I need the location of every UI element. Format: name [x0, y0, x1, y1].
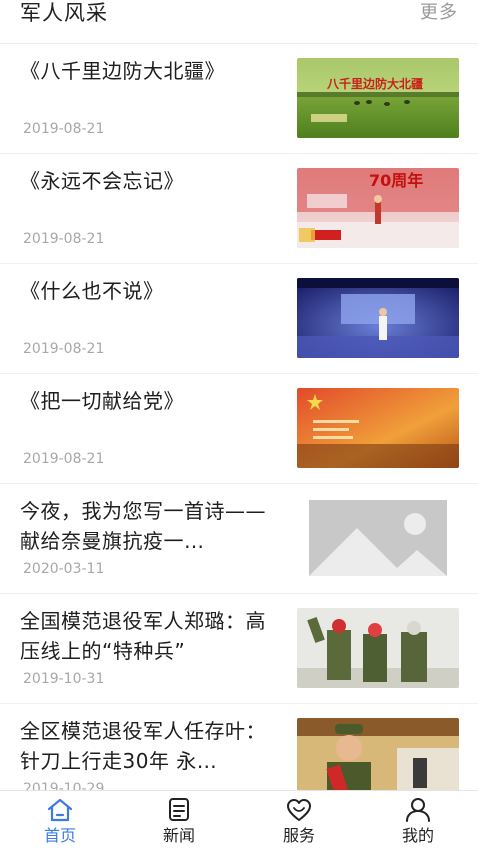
article-item[interactable]: 今夜，我为您写一首诗——献给奈曼旗抗疫一… 2020-03-11 — [0, 484, 478, 594]
article-item[interactable]: 全区模范退役军人任存叶：针刀上行走30年 永… 2019-10-29 — [0, 704, 478, 790]
article-title[interactable]: 《把一切献给党》 — [20, 386, 282, 416]
section-header: 军人风采 更多 — [0, 0, 478, 44]
nav-label: 我的 — [401, 826, 434, 845]
article-item[interactable]: 《什么也不说》 2019-08-21 — [0, 264, 478, 374]
article-title[interactable]: 《永远不会忘记》 — [20, 166, 282, 196]
article-date: 2020-03-11 — [23, 561, 105, 577]
thumb-caption: 70周年 — [369, 171, 423, 190]
article-date: 2019-08-21 — [23, 451, 105, 467]
bottom-nav: 首页 新闻 服务 我的 — [0, 790, 478, 850]
article-item[interactable]: 《八千里边防大北疆》 2019-08-21 八千里边防大北疆 — [0, 44, 478, 154]
article-title[interactable]: 《什么也不说》 — [20, 276, 282, 306]
article-thumbnail-flag-sunset[interactable] — [297, 388, 459, 468]
nav-label: 服务 — [282, 826, 315, 845]
article-title[interactable]: 全区模范退役军人任存叶：针刀上行走30年 永… — [20, 716, 282, 776]
article-title[interactable]: 全国模范退役军人郑璐：高压线上的“特种兵” — [20, 606, 282, 666]
article-date: 2019-08-21 — [23, 231, 105, 247]
article-date: 2019-10-31 — [23, 671, 105, 687]
article-title[interactable]: 《八千里边防大北疆》 — [20, 56, 282, 86]
article-item[interactable]: 全国模范退役军人郑璐：高压线上的“特种兵” 2019-10-31 — [0, 594, 478, 704]
nav-item-home[interactable]: 首页 — [0, 791, 120, 850]
heart-icon — [287, 799, 311, 821]
article-title[interactable]: 今夜，我为您写一首诗——献给奈曼旗抗疫一… — [20, 496, 282, 556]
article-item[interactable]: 《永远不会忘记》 2019-08-21 70周年 — [0, 154, 478, 264]
article-thumbnail-linemen[interactable] — [297, 608, 459, 688]
nav-label: 新闻 — [162, 826, 195, 845]
user-icon — [406, 798, 430, 822]
nav-item-mine[interactable]: 我的 — [358, 791, 478, 850]
article-date: 2019-08-21 — [23, 121, 105, 137]
article-thumbnail-stage-red[interactable]: 70周年 — [297, 168, 459, 248]
nav-label: 首页 — [43, 826, 76, 845]
nav-item-news[interactable]: 新闻 — [119, 791, 239, 850]
more-link[interactable]: 更多 — [420, 1, 458, 25]
app-screen: 军人风采 更多 《八千里边防大北疆》 2019-08-21 八千里边防大北疆 《… — [0, 0, 478, 850]
article-thumbnail-grassland[interactable]: 八千里边防大北疆 — [297, 58, 459, 138]
news-icon — [169, 798, 189, 821]
thumb-caption: 八千里边防大北疆 — [326, 76, 423, 91]
article-item[interactable]: 《把一切献给党》 2019-08-21 — [0, 374, 478, 484]
home-icon — [47, 798, 73, 822]
article-date: 2019-08-21 — [23, 341, 105, 357]
article-date: 2019-10-29 — [23, 781, 105, 790]
image-placeholder-icon[interactable] — [297, 498, 459, 578]
article-list: 《八千里边防大北疆》 2019-08-21 八千里边防大北疆 《永远不会忘记》 … — [0, 44, 478, 790]
article-thumbnail-stage-performance[interactable] — [297, 278, 459, 358]
article-thumbnail-veteran-portrait[interactable] — [297, 718, 459, 790]
nav-item-service[interactable]: 服务 — [239, 791, 359, 850]
section-title: 军人风采 — [20, 1, 108, 25]
